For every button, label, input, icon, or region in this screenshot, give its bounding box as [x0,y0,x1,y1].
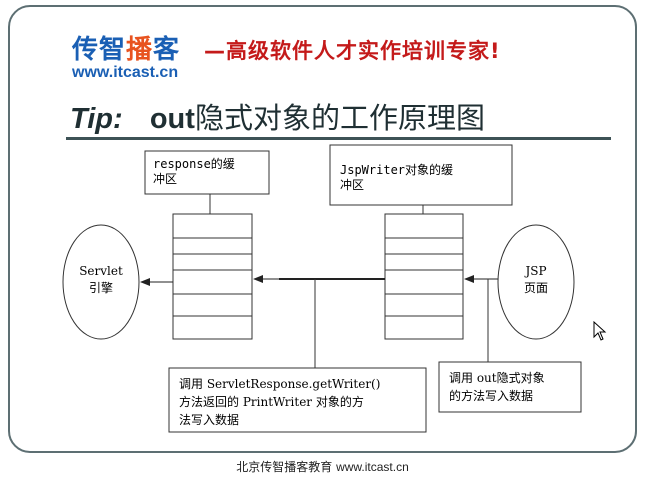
jsp-page-label-line1: JSP [523,264,546,278]
servlet-engine-label-line1: Servlet [79,264,123,278]
jspwriter-buffer-stack [384,213,464,340]
response-buffer-label-line2: 冲区 [153,171,177,186]
footer-url: www.itcast.cn [336,460,409,474]
servletresponse-note-line2: 方法返回的 PrintWriter 对象的方 [179,394,364,409]
response-buffer-label-line1: response的缓 [153,156,235,171]
title-rest: 隐式对象的工作原理图 [194,101,485,135]
footer-org: 北京传智播客教育 [236,460,337,474]
out-object-note-box [438,361,582,413]
out-object-note-line2: 的方法写入数据 [449,388,533,403]
mouse-pointer-icon [593,321,607,341]
title-underline [66,137,611,140]
slogan: —高级软件人才实作培训专家! [204,39,501,63]
jsp-page-label-line2: 页面 [524,281,548,295]
out-object-diagram: response的缓 冲区 JspWriter对象的缓 冲区 Servlet 引… [62,144,582,433]
jspwriter-buffer-label-line2: 冲区 [340,177,364,192]
logo-name: 传智播客 [72,35,181,65]
footer: 北京传智播客教育 www.itcast.cn [0,458,645,475]
out-object-note-line1: 调用 out隐式对象 [449,371,545,385]
title-out: out [149,103,195,135]
itcast-logo: 传智播客 www.itcast.cn [72,29,180,82]
jspwriter-buffer-label-line1: JspWriter对象的缓 [340,162,453,177]
logo-url: www.itcast.cn [72,64,179,81]
response-buffer-stack [172,213,253,340]
servlet-engine-label-line2: 引擎 [89,280,113,295]
slide-title: Tip: out隐式对象的工作原理图 [70,95,485,137]
title-tip: Tip: [70,103,123,135]
servletresponse-note-line3: 法写入数据 [179,412,239,427]
servletresponse-note-line1: 调用 ServletResponse.getWriter() [179,377,380,391]
